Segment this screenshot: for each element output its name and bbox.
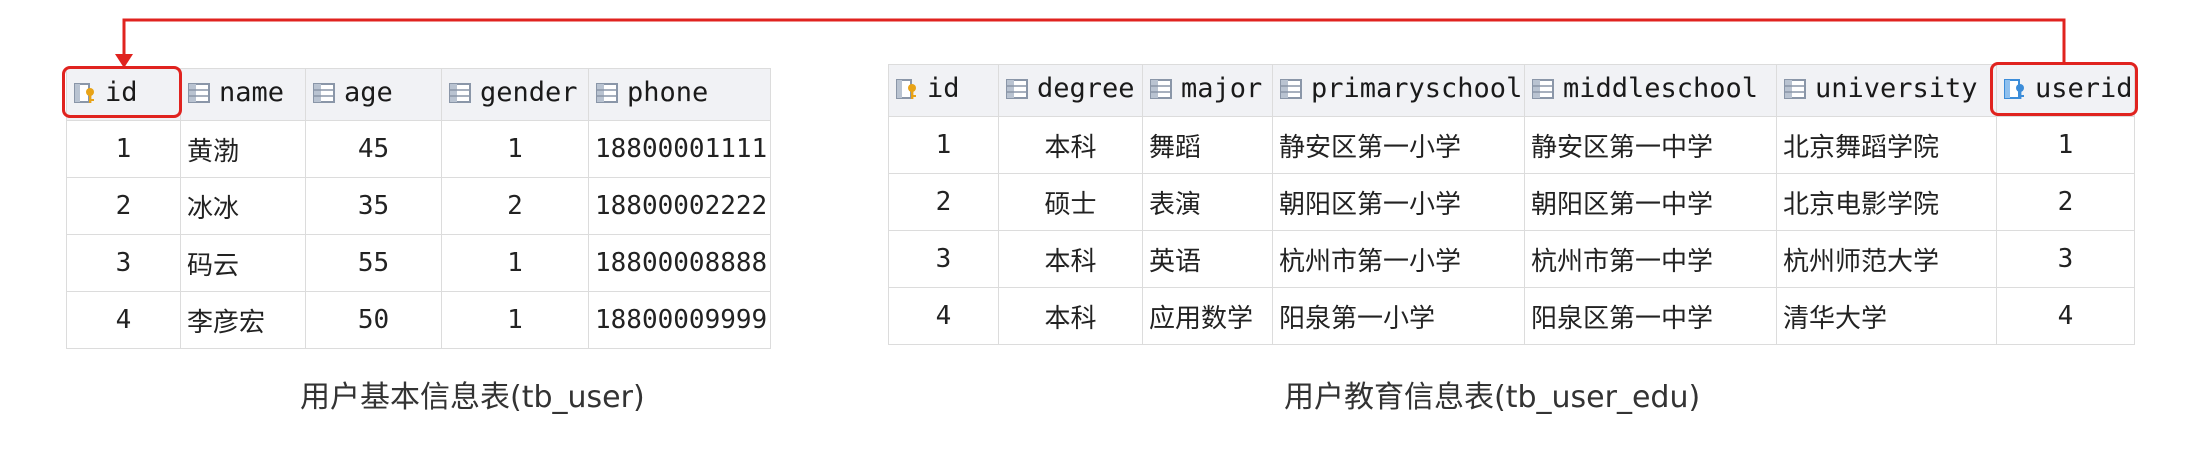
arrow-head-icon [115,54,133,68]
foreign-key-connector [115,18,2066,68]
connector-line [122,18,2066,62]
